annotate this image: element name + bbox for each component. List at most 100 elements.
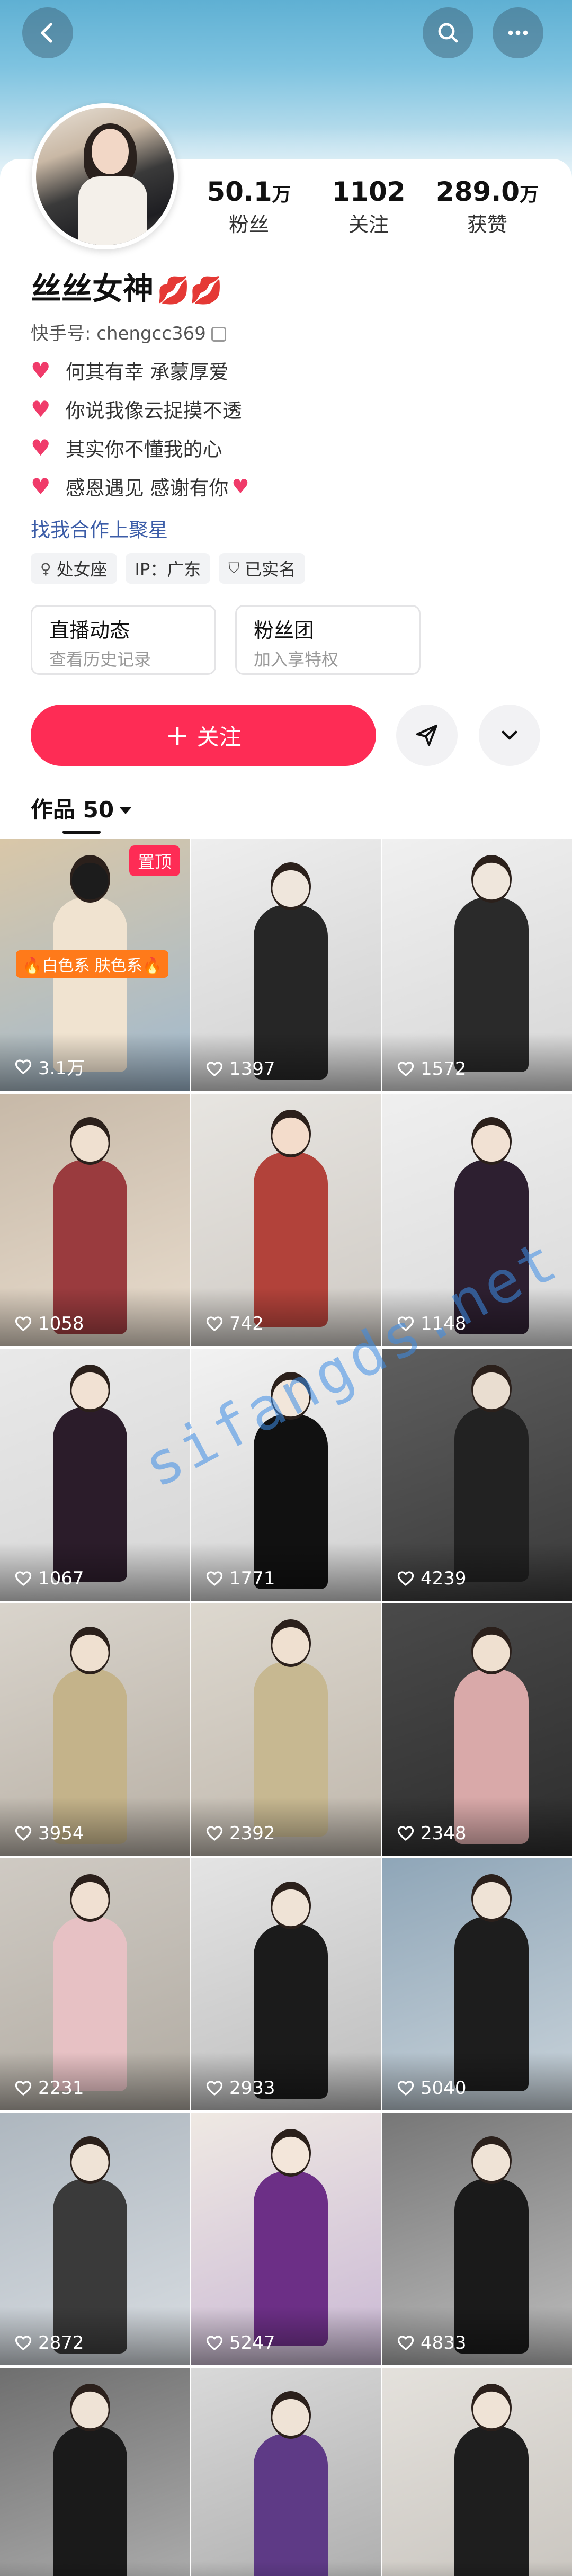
heart-outline-icon (14, 1057, 38, 1076)
video-likes: 1397 (205, 1058, 275, 1080)
stat-following-label: 关注 (348, 213, 389, 236)
heart-icon: ♥ (31, 357, 51, 384)
female-icon: ♀ (40, 559, 51, 577)
video-likes-count: 5247 (229, 2332, 275, 2354)
bio-line: ♥ 其实你不懂我的心 (31, 433, 222, 462)
thumbnail-figure-head (70, 1365, 110, 1412)
cooperation-link[interactable]: 找我合作上聚星 (31, 514, 168, 542)
more-button[interactable] (493, 7, 543, 58)
heart-outline-icon (205, 2079, 229, 2098)
video-tile[interactable]: 2933 (191, 1858, 381, 2110)
thumbnail-figure-head (70, 1627, 110, 1674)
thumbnail-figure-head (271, 2391, 311, 2439)
stat-following[interactable]: 1102 关注 (316, 176, 422, 237)
thumbnail-shade (0, 2562, 190, 2576)
video-likes-count: 4833 (421, 2332, 467, 2354)
back-button[interactable] (22, 7, 73, 58)
heart-outline-icon (14, 2333, 38, 2352)
thumbnail-figure-head (271, 1619, 311, 1667)
video-likes: 1067 (14, 1568, 84, 1589)
works-label: 作品 50 (31, 797, 114, 823)
video-tile[interactable]: 4833 (382, 2113, 572, 2365)
user-id[interactable]: 快手号: chengcc369 (31, 319, 226, 345)
stat-likes[interactable]: 289.0万 获赞 (434, 176, 540, 237)
video-likes: 3954 (14, 1823, 84, 1844)
stat-likes-label: 获赞 (467, 213, 507, 236)
video-tile[interactable]: 1.3万 (382, 2368, 572, 2576)
card-title: 直播动态 (49, 619, 130, 642)
video-tile[interactable]: 2392 (191, 1603, 381, 1856)
heart-icon: ♥ (31, 473, 51, 500)
video-tile[interactable]: 1058 (0, 1094, 190, 1346)
video-tile[interactable]: 2231 (0, 1858, 190, 2110)
thumbnail-figure-head (471, 2136, 512, 2184)
thumbnail-shade (382, 2562, 572, 2576)
verified-shield-icon: ⛉ (228, 559, 240, 577)
share-button[interactable] (396, 705, 458, 766)
chevron-down-icon (502, 730, 517, 740)
video-caption-tags: 🔥白色系 肤色系🔥 (16, 950, 169, 978)
thumbnail-figure-head (271, 862, 311, 910)
follow-label: 关注 (196, 724, 242, 750)
video-likes-count: 2872 (38, 2332, 84, 2354)
video-tile[interactable]: 2872 (0, 2113, 190, 2365)
video-tile[interactable]: 742 (191, 1094, 381, 1346)
video-tile[interactable]: 4239 (382, 1349, 572, 1601)
video-likes-count: 3.1万 (38, 1058, 85, 1079)
send-icon (416, 725, 437, 746)
chevron-left-icon (41, 23, 52, 43)
thumbnail-figure-head (471, 1117, 512, 1165)
video-likes-count: 2392 (229, 1823, 275, 1844)
video-tile[interactable]: 2348 (382, 1603, 572, 1856)
follow-button[interactable]: + 关注 (31, 705, 376, 766)
card-subtitle: 查看历史记录 (49, 649, 151, 670)
video-likes-count: 1572 (421, 1058, 467, 1080)
thumbnail-figure-head (271, 1882, 311, 1929)
video-likes-count: 1397 (229, 1058, 275, 1080)
thumbnail-figure-head (70, 2136, 110, 2184)
tag-zodiac: ♀ 处女座 (31, 553, 117, 584)
works-tab[interactable]: 作品 50 (31, 792, 132, 824)
video-likes: 1058 (14, 1313, 84, 1334)
tag-ip: IP：广东 (125, 553, 211, 584)
stat-likes-value: 289.0 (435, 176, 520, 207)
copy-icon[interactable] (211, 327, 226, 342)
works-tab-indicator (62, 831, 101, 834)
video-tile[interactable]: 1.6万 (0, 2368, 190, 2576)
video-tile[interactable]: 1572 (382, 839, 572, 1091)
video-tile[interactable]: 5896 (191, 2368, 381, 2576)
avatar[interactable] (32, 103, 178, 249)
stat-following-value: 1102 (332, 176, 406, 207)
video-likes-count: 5040 (421, 2078, 467, 2099)
video-tile[interactable]: 1397 (191, 839, 381, 1091)
tag-verified: ⛉ 已实名 (219, 553, 306, 584)
heart-outline-icon (396, 1569, 421, 1588)
bio-line: ♥ 你说我像云捉摸不透 (31, 395, 242, 423)
video-likes-count: 1058 (38, 1313, 84, 1334)
more-options-button[interactable] (479, 705, 540, 766)
video-likes-count: 1771 (229, 1568, 275, 1589)
video-likes: 2933 (205, 2078, 275, 2099)
heart-icon: ♥ (231, 475, 249, 498)
thumbnail-figure-head (471, 855, 512, 903)
video-tile[interactable]: 置顶 🔥白色系 肤色系🔥 3.1万 (0, 839, 190, 1091)
search-button[interactable] (423, 7, 473, 58)
stat-likes-unit: 万 (520, 184, 539, 206)
heart-outline-icon (396, 1824, 421, 1843)
thumbnail-figure (454, 2426, 529, 2576)
fan-club-card[interactable]: 粉丝团 加入享特权 (235, 605, 421, 675)
heart-outline-icon (14, 2079, 38, 2098)
stat-followers[interactable]: 50.1万 粉丝 (196, 176, 302, 237)
video-likes-count: 2348 (421, 1823, 467, 1844)
thumbnail-figure-head (271, 2129, 311, 2177)
plus-icon: + (165, 718, 190, 752)
lips-icon: 💋💋 (157, 275, 223, 306)
video-tile[interactable]: 3954 (0, 1603, 190, 1856)
thumbnail-figure-head (70, 1117, 110, 1165)
video-likes: 1572 (396, 1058, 467, 1080)
video-likes: 1771 (205, 1568, 275, 1589)
video-likes-count: 2231 (38, 2078, 84, 2099)
video-tile[interactable]: 5040 (382, 1858, 572, 2110)
live-history-card[interactable]: 直播动态 查看历史记录 (31, 605, 216, 675)
video-tile[interactable]: 5247 (191, 2113, 381, 2365)
